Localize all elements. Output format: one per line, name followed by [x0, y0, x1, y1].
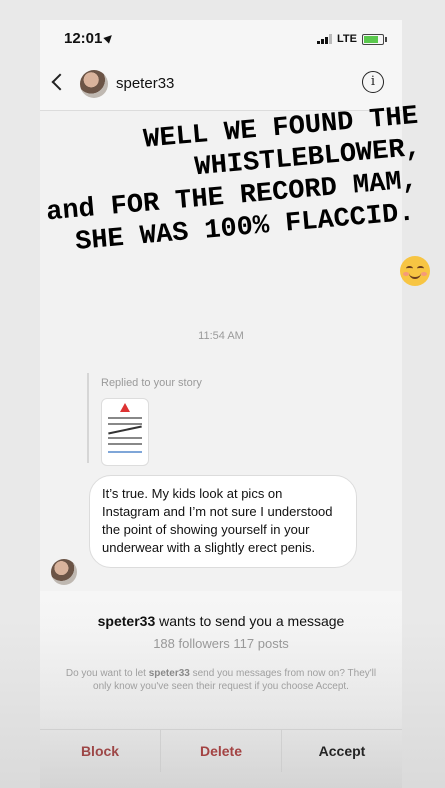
- relieved-face-emoji-icon: [400, 256, 430, 286]
- battery-icon: [362, 33, 387, 45]
- network-label: LTE: [337, 33, 357, 45]
- replied-to-story-label: Replied to your story: [101, 377, 202, 389]
- request-description: Do you want to let speter33 send you mes…: [64, 667, 378, 693]
- request-username: speter33: [97, 613, 156, 629]
- message-bubble[interactable]: It’s true. My kids look at pics on Insta…: [89, 475, 357, 568]
- reply-quote-bar: [87, 373, 89, 463]
- info-icon[interactable]: i: [362, 71, 384, 93]
- chat-header: speter33 i: [40, 60, 402, 111]
- signal-icon: [317, 34, 333, 44]
- request-desc-prefix: Do you want to let: [65, 668, 149, 679]
- request-actions: Block Delete Accept: [40, 729, 402, 772]
- request-stats: 188 followers 117 posts: [153, 636, 289, 651]
- story-thumbnail[interactable]: [101, 398, 149, 466]
- message-timestamp: 11:54 AM: [198, 330, 244, 342]
- back-chevron-icon[interactable]: [51, 73, 69, 91]
- header-username[interactable]: speter33: [116, 75, 174, 92]
- request-desc-user: speter33: [148, 668, 190, 679]
- status-bar: 12:01 LTE: [40, 20, 402, 60]
- delete-button[interactable]: Delete: [160, 730, 281, 772]
- request-title: speter33 wants to send you a message: [40, 613, 402, 629]
- request-title-suffix: wants to send you a message: [155, 613, 345, 629]
- accept-button[interactable]: Accept: [281, 730, 402, 772]
- status-time: 12:01: [64, 30, 116, 47]
- block-button[interactable]: Block: [40, 730, 160, 772]
- status-time-text: 12:01: [64, 30, 103, 47]
- message-request-panel: speter33 wants to send you a message 188…: [40, 591, 402, 788]
- sender-avatar[interactable]: [51, 559, 77, 585]
- avatar[interactable]: [80, 70, 108, 98]
- location-arrow-icon: [103, 32, 116, 44]
- status-indicators: LTE: [317, 33, 387, 45]
- warning-icon: [120, 403, 130, 412]
